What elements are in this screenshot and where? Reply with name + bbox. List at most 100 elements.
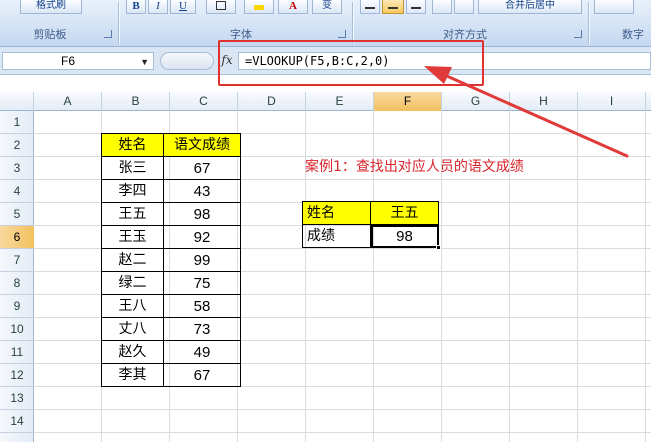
table-row: 王五 98 <box>101 202 241 226</box>
table-row: 赵二 99 <box>101 248 241 272</box>
chevron-down-icon[interactable]: ▼ <box>140 54 149 70</box>
table-row: 赵久 49 <box>101 340 241 364</box>
bold-button[interactable]: B <box>126 0 146 14</box>
indent-button[interactable] <box>432 0 452 14</box>
column-header-a[interactable]: A <box>34 92 102 111</box>
borders-button[interactable] <box>206 0 236 14</box>
underline-button[interactable]: U <box>170 0 196 14</box>
row-header-6[interactable]: 6 <box>0 226 34 249</box>
name-cell[interactable]: 绿二 <box>101 271 164 295</box>
row-header-13[interactable]: 13 <box>0 387 34 410</box>
score-cell[interactable]: 75 <box>163 271 241 295</box>
number-format-button[interactable] <box>594 0 634 14</box>
column-header-e[interactable]: E <box>306 92 374 111</box>
lookup-name-label[interactable]: 姓名 <box>302 201 371 225</box>
fill-handle[interactable] <box>436 245 441 250</box>
row-header-7[interactable]: 7 <box>0 249 34 272</box>
font-launcher-icon[interactable] <box>338 30 346 38</box>
fill-color-button[interactable] <box>244 0 274 14</box>
score-cell[interactable]: 49 <box>163 340 241 364</box>
column-headers: A B C D E F G H I <box>0 92 651 111</box>
row-header-1[interactable]: 1 <box>0 111 34 134</box>
score-cell[interactable]: 92 <box>163 225 241 249</box>
italic-button[interactable]: I <box>148 0 168 14</box>
row-header-12[interactable]: 12 <box>0 364 34 387</box>
row-header-11[interactable]: 11 <box>0 341 34 364</box>
align-right-icon <box>411 7 421 9</box>
clipboard-group-label: 剪贴板 <box>33 28 67 41</box>
ribbon-separator <box>118 2 119 44</box>
formula-bar-splitter[interactable] <box>160 52 214 70</box>
column-header-b[interactable]: B <box>102 92 170 111</box>
merge-center-button[interactable]: 合并后居中 <box>478 0 582 14</box>
score-cell[interactable]: 98 <box>163 202 241 226</box>
name-cell[interactable]: 李四 <box>101 179 164 203</box>
lookup-name-value[interactable]: 王五 <box>370 201 439 225</box>
align-left-button[interactable] <box>360 0 380 14</box>
score-cell[interactable]: 73 <box>163 317 241 341</box>
name-cell[interactable]: 赵久 <box>101 340 164 364</box>
align-right-button[interactable] <box>406 0 426 14</box>
format-painter-button[interactable]: 格式刷 <box>20 0 82 14</box>
column-header-c[interactable]: C <box>170 92 238 111</box>
score-cell[interactable]: 58 <box>163 294 241 318</box>
formula-highlight-box <box>218 40 484 86</box>
score-cell[interactable]: 67 <box>163 156 241 180</box>
table-row: 李四 43 <box>101 179 241 203</box>
row-header-3[interactable]: 3 <box>0 157 34 180</box>
row-headers: 1 2 3 4 5 6 7 8 9 10 11 12 13 14 <box>0 111 34 442</box>
column-header-f[interactable]: F <box>374 92 442 111</box>
column-header-d[interactable]: D <box>238 92 306 111</box>
header-cell-score[interactable]: 语文成绩 <box>163 133 241 157</box>
phonetic-button[interactable]: 变 <box>312 0 342 14</box>
header-cell-name[interactable]: 姓名 <box>101 133 164 157</box>
row-header-10[interactable]: 10 <box>0 318 34 341</box>
score-cell[interactable]: 43 <box>163 179 241 203</box>
table-row: 成绩 98 <box>302 224 441 250</box>
paint-bucket-icon <box>254 5 264 10</box>
score-cell[interactable]: 67 <box>163 363 241 387</box>
row-header-5[interactable]: 5 <box>0 203 34 226</box>
name-cell[interactable]: 赵二 <box>101 248 164 272</box>
borders-icon <box>216 1 226 10</box>
table-row: 丈八 73 <box>101 317 241 341</box>
annotation-text: 案例1：查找出对应人员的语文成绩 <box>305 159 524 175</box>
lookup-score-label[interactable]: 成绩 <box>302 224 371 248</box>
row-header-4[interactable]: 4 <box>0 180 34 203</box>
row-header-2[interactable]: 2 <box>0 134 34 157</box>
column-header-h[interactable]: H <box>510 92 578 111</box>
lookup-table: 姓名 王五 成绩 98 <box>302 201 441 250</box>
font-color-button[interactable]: A <box>278 0 308 14</box>
ribbon-separator <box>352 2 353 44</box>
column-header-i[interactable]: I <box>578 92 646 111</box>
row-header-8[interactable]: 8 <box>0 272 34 295</box>
name-cell[interactable]: 王五 <box>101 202 164 226</box>
table-header-row: 姓名 语文成绩 <box>101 133 241 157</box>
name-box-value: F6 <box>60 54 75 68</box>
active-cell[interactable]: 98 <box>370 224 441 250</box>
score-cell[interactable]: 99 <box>163 248 241 272</box>
table-row: 绿二 75 <box>101 271 241 295</box>
column-header-g[interactable]: G <box>442 92 510 111</box>
row-header-14[interactable]: 14 <box>0 410 34 433</box>
name-cell[interactable]: 李其 <box>101 363 164 387</box>
name-cell[interactable]: 王玉 <box>101 225 164 249</box>
align-left-icon <box>365 7 375 9</box>
align-center-button[interactable] <box>382 0 404 14</box>
align-center-icon <box>388 7 398 9</box>
number-group-label: 数字 <box>622 28 644 41</box>
name-box[interactable]: F6 ▼ <box>2 52 154 70</box>
name-cell[interactable]: 丈八 <box>101 317 164 341</box>
name-cell[interactable]: 王八 <box>101 294 164 318</box>
name-cell[interactable]: 张三 <box>101 156 164 180</box>
lookup-score-value: 98 <box>396 227 413 245</box>
outdent-button[interactable] <box>454 0 474 14</box>
table-row: 王八 58 <box>101 294 241 318</box>
clipboard-launcher-icon[interactable] <box>104 30 112 38</box>
select-all-corner[interactable] <box>0 92 34 111</box>
row-header-9[interactable]: 9 <box>0 295 34 318</box>
ribbon-separator <box>588 2 589 44</box>
table-row: 姓名 王五 <box>302 201 439 225</box>
table-row: 王玉 92 <box>101 225 241 249</box>
alignment-launcher-icon[interactable] <box>574 30 582 38</box>
